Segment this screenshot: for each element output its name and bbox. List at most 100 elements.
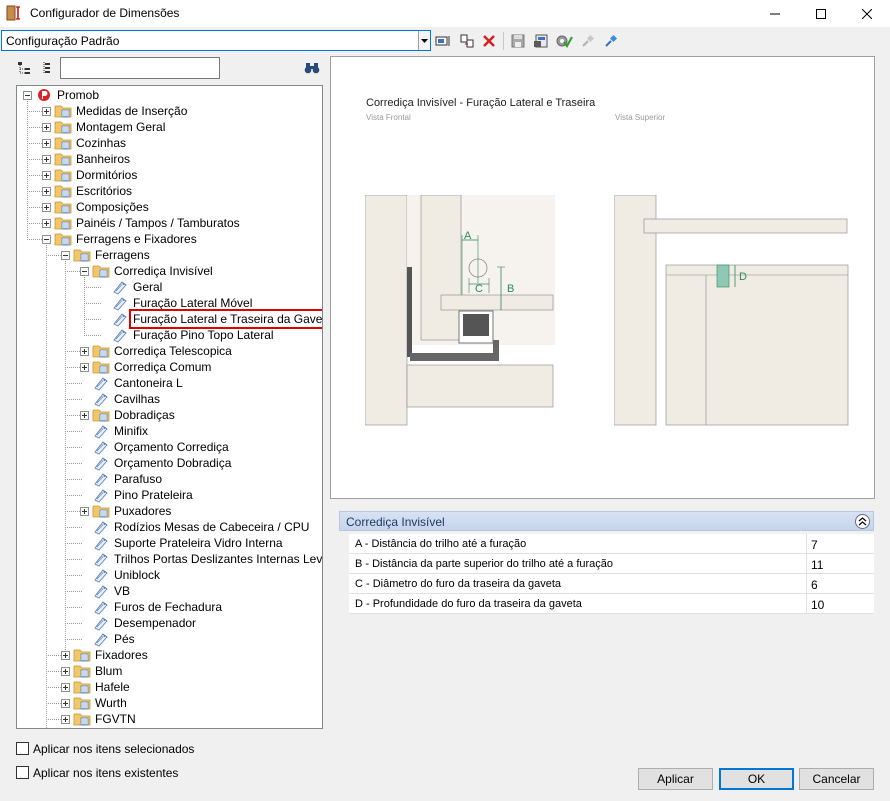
search-button[interactable] — [303, 59, 321, 77]
collapse-icon[interactable] — [23, 91, 32, 100]
tree-item[interactable]: Orçamento Dobradiça — [92, 455, 232, 471]
tree-item[interactable]: Promob — [35, 87, 100, 103]
tree-item[interactable]: Cozinhas — [54, 135, 127, 151]
apply-selected-checkbox[interactable] — [16, 742, 29, 755]
tree-item[interactable]: VB — [92, 583, 131, 599]
tree-item[interactable]: Furação Lateral Móvel — [111, 295, 253, 311]
collapse-button[interactable] — [855, 514, 870, 529]
collapse-icon[interactable] — [80, 267, 89, 276]
tree-item[interactable]: Cantoneira L — [92, 375, 184, 391]
tree-item[interactable]: Parafuso — [92, 471, 163, 487]
tree-item-label: Cozinhas — [76, 136, 127, 150]
property-value-field[interactable]: 11 — [806, 554, 874, 573]
configuration-select[interactable]: Configuração Padrão — [1, 30, 431, 51]
tree-item[interactable]: Corrediça Telescopica — [92, 343, 233, 359]
tree-item[interactable]: Uniblock — [92, 567, 161, 583]
cancel-button[interactable]: Cancelar — [799, 768, 874, 790]
tree-item[interactable]: Furos de Fechadura — [92, 599, 223, 615]
tree-item[interactable]: Painéis / Tampos / Tamburatos — [54, 215, 241, 231]
tree-item[interactable]: Ferragens e Fixadores — [54, 231, 198, 247]
expand-icon[interactable] — [42, 139, 51, 148]
expand-icon[interactable] — [42, 107, 51, 116]
tree-item[interactable]: Pés — [92, 631, 136, 647]
expand-icon[interactable] — [61, 667, 70, 676]
expand-icon[interactable] — [42, 171, 51, 180]
collapse-icon[interactable] — [42, 235, 51, 244]
tree-item[interactable]: Desempenador — [92, 615, 197, 631]
minimize-button[interactable] — [752, 0, 798, 27]
maximize-button[interactable] — [798, 0, 844, 27]
expand-icon[interactable] — [42, 155, 51, 164]
tree-item-label: Montagem Geral — [76, 120, 166, 134]
expand-icon[interactable] — [42, 123, 51, 132]
expand-icon[interactable] — [42, 219, 51, 228]
tree-item[interactable]: Corrediça Invisível — [92, 263, 214, 279]
property-value-field[interactable]: 6 — [806, 574, 874, 593]
tree-item[interactable]: Pino Prateleira — [92, 487, 194, 503]
expand-icon[interactable] — [61, 715, 70, 724]
category-tree[interactable]: Promob Medidas de Inserção Montagem Geral C… — [16, 85, 323, 729]
expand-icon[interactable] — [80, 363, 89, 372]
settings-check-button[interactable] — [554, 31, 574, 51]
tree-item[interactable]: FGVTN — [73, 711, 137, 727]
tree-item-label: Banheiros — [76, 152, 131, 166]
tree-item-label: Dobradiças — [114, 408, 175, 422]
tree-item[interactable]: Orçamento Corrediça — [92, 439, 230, 455]
tree-item[interactable]: Cavilhas — [92, 391, 161, 407]
property-value-field[interactable]: 7 — [806, 534, 874, 553]
tree-item[interactable]: Dormitórios — [54, 167, 138, 183]
tree-item[interactable]: Rodízios Mesas de Cabeceira / CPU — [92, 519, 310, 535]
connect-button[interactable] — [601, 31, 621, 51]
tree-item[interactable]: Escritórios — [54, 183, 133, 199]
tree-item[interactable]: Minifix — [92, 423, 149, 439]
tree-item[interactable]: Trilhos Portas Deslizantes Internas Leve… — [92, 551, 322, 567]
folder-icon — [73, 663, 91, 679]
tree-item[interactable]: Composições — [54, 199, 150, 215]
expand-icon[interactable] — [80, 507, 89, 516]
save-button[interactable] — [508, 31, 528, 51]
collapse-tree-button[interactable] — [37, 59, 55, 77]
apply-button[interactable]: Aplicar — [638, 768, 713, 790]
expand-icon[interactable] — [80, 411, 89, 420]
tree-item[interactable]: Dobradiças — [92, 407, 176, 423]
export-button[interactable] — [531, 31, 551, 51]
tree-item[interactable]: Medidas de Inserção — [54, 103, 188, 119]
tree-item[interactable]: Puxadores — [92, 503, 172, 519]
close-button[interactable] — [844, 0, 890, 27]
tree-item[interactable]: Geral — [111, 279, 163, 295]
ok-button[interactable]: OK — [719, 768, 794, 790]
expand-icon[interactable] — [61, 651, 70, 660]
tree-item[interactable]: Fixadores — [73, 647, 149, 663]
expand-tree-button[interactable] — [15, 59, 33, 77]
tree-item-label: Hafele — [95, 680, 130, 694]
property-row: D - Profundidade do furo da traseira da … — [349, 594, 874, 614]
tree-item[interactable]: Hafele — [73, 679, 131, 695]
expand-icon[interactable] — [61, 699, 70, 708]
collapse-icon[interactable] — [61, 251, 70, 260]
tree-item[interactable]: Suporte Prateleira Vidro Interna — [92, 535, 284, 551]
folder-icon — [54, 199, 72, 215]
tree-item[interactable]: Banheiros — [54, 151, 131, 167]
property-value-field[interactable]: 10 — [806, 594, 874, 613]
expand-icon[interactable] — [42, 187, 51, 196]
tree-item-label: Dormitórios — [76, 168, 138, 182]
toolbar-separator — [503, 32, 504, 50]
tree-item[interactable]: Montagem Geral — [54, 119, 166, 135]
tree-item[interactable]: Blum — [73, 663, 123, 679]
expand-icon[interactable] — [42, 203, 51, 212]
tree-item[interactable]: Wurth — [73, 695, 128, 711]
copy-configuration-button[interactable] — [457, 31, 477, 51]
tree-item[interactable]: Ferragens — [73, 247, 151, 263]
tree-connector — [84, 287, 101, 288]
apply-existing-checkbox[interactable] — [16, 766, 29, 779]
tree-search-input[interactable] — [60, 57, 220, 79]
delete-configuration-button[interactable] — [479, 31, 499, 51]
tree-item[interactable]: Furação Pino Topo Lateral — [111, 327, 275, 343]
chevron-down-icon[interactable] — [418, 31, 430, 50]
rename-configuration-button[interactable] — [433, 31, 453, 51]
expand-icon[interactable] — [61, 683, 70, 692]
tree-item[interactable]: Corrediça Comum — [92, 359, 212, 375]
tree-item-selected[interactable]: Furação Lateral e Traseira da Gaveta — [111, 309, 322, 329]
disconnect-button[interactable] — [578, 31, 598, 51]
expand-icon[interactable] — [80, 347, 89, 356]
